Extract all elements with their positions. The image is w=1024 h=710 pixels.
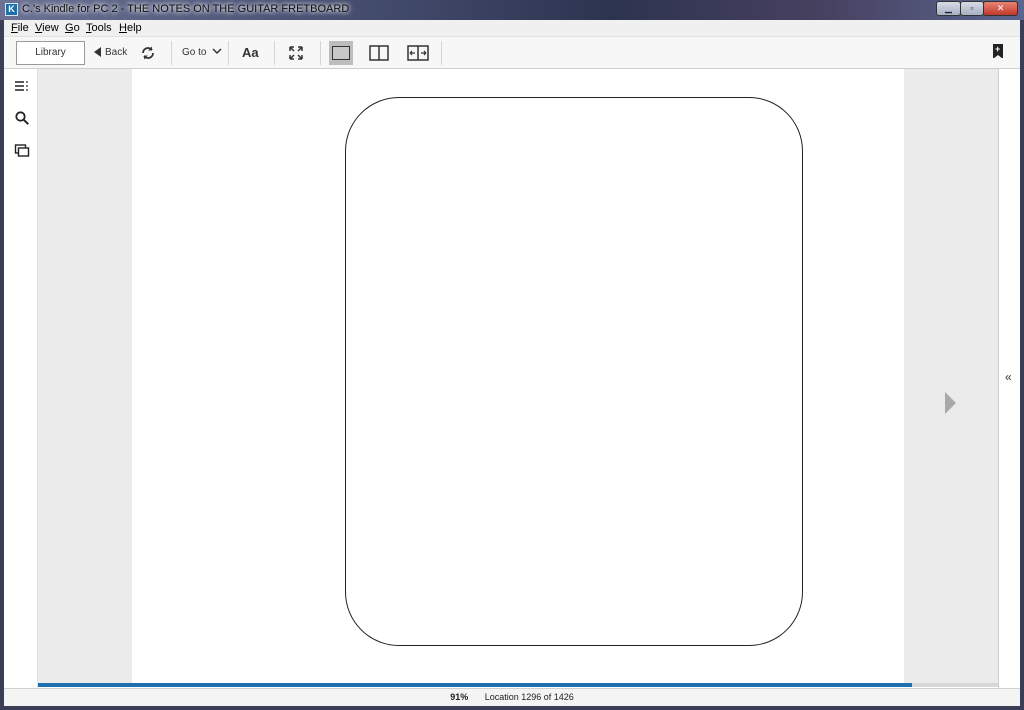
menu-go-accel: G bbox=[65, 22, 74, 34]
maximize-button[interactable]: ▫ bbox=[960, 1, 984, 16]
menu-view-label: iew bbox=[42, 22, 59, 34]
toolbar-separator bbox=[274, 41, 275, 65]
menu-file[interactable]: File bbox=[11, 22, 29, 34]
back-arrow-icon bbox=[94, 47, 101, 58]
right-sidebar: « bbox=[998, 69, 1020, 689]
search-icon[interactable] bbox=[14, 110, 30, 126]
toolbar: Library Back Go to Aa + bbox=[4, 37, 1020, 69]
menu-view[interactable]: View bbox=[35, 22, 59, 34]
two-column-view-button[interactable] bbox=[367, 41, 391, 65]
fullscreen-button[interactable] bbox=[289, 43, 305, 63]
sync-icon bbox=[142, 46, 154, 60]
status-bar: 91% Location 1296 of 1426 bbox=[4, 688, 1020, 706]
toolbar-separator bbox=[320, 41, 321, 65]
toolbar-separator bbox=[228, 41, 229, 65]
font-settings-button[interactable]: Aa bbox=[242, 43, 259, 63]
next-page-icon[interactable] bbox=[945, 392, 956, 414]
bookmark-plus: + bbox=[995, 44, 1001, 54]
menu-tools-label: ools bbox=[91, 22, 112, 34]
single-page-icon bbox=[332, 46, 350, 60]
window-title: C.'s Kindle for PC 2 - THE NOTES ON THE … bbox=[22, 3, 350, 15]
toolbar-separator bbox=[171, 41, 172, 65]
library-button[interactable]: Library bbox=[16, 41, 85, 65]
chevron-down-icon bbox=[212, 48, 222, 55]
menu-help[interactable]: Help bbox=[119, 22, 142, 34]
back-button[interactable]: Back bbox=[94, 43, 127, 63]
kindle-window: K C.'s Kindle for PC 2 - THE NOTES ON TH… bbox=[0, 0, 1024, 710]
menu-go-label: o bbox=[73, 22, 80, 34]
menu-file-label: ile bbox=[17, 22, 29, 34]
menu-help-label: elp bbox=[126, 22, 142, 34]
two-column-icon bbox=[369, 45, 389, 61]
menu-tools[interactable]: Tools bbox=[86, 22, 112, 34]
reading-progress-fill bbox=[38, 683, 912, 687]
page-background bbox=[38, 69, 998, 683]
book-page bbox=[132, 69, 904, 683]
reading-area: « bbox=[4, 69, 1020, 689]
menu-help-accel: H bbox=[119, 22, 127, 34]
menu-file-accel: F bbox=[11, 22, 18, 34]
goto-button[interactable]: Go to bbox=[182, 43, 222, 63]
sync-button[interactable] bbox=[140, 43, 158, 63]
collapse-icon[interactable]: « bbox=[1005, 370, 1012, 384]
reading-progress-bar[interactable] bbox=[38, 683, 998, 687]
kindle-app-icon: K bbox=[5, 3, 18, 16]
location-label: Location 1296 of 1426 bbox=[484, 692, 574, 702]
rounded-rectangle-illustration bbox=[345, 97, 803, 646]
title-bar[interactable]: K C.'s Kindle for PC 2 - THE NOTES ON TH… bbox=[0, 0, 1024, 20]
progress-percent: 91% bbox=[450, 692, 469, 702]
fullscreen-icon bbox=[289, 46, 303, 60]
minimize-button[interactable]: ▁ bbox=[936, 1, 961, 16]
left-sidebar bbox=[4, 69, 38, 689]
page-width-view-button[interactable] bbox=[406, 41, 430, 65]
single-column-view-button[interactable] bbox=[329, 41, 353, 65]
toc-icon[interactable] bbox=[14, 78, 30, 94]
menu-bar: File View Go Tools Help bbox=[4, 20, 1020, 37]
toolbar-separator bbox=[441, 41, 442, 65]
bookmark-icon[interactable]: + bbox=[993, 44, 1003, 59]
flashcards-icon[interactable] bbox=[14, 142, 30, 158]
goto-label: Go to bbox=[182, 47, 207, 58]
back-label: Back bbox=[105, 47, 128, 58]
menu-go[interactable]: Go bbox=[65, 22, 80, 34]
close-button[interactable]: ✕ bbox=[983, 1, 1018, 16]
page-width-icon bbox=[407, 45, 429, 61]
